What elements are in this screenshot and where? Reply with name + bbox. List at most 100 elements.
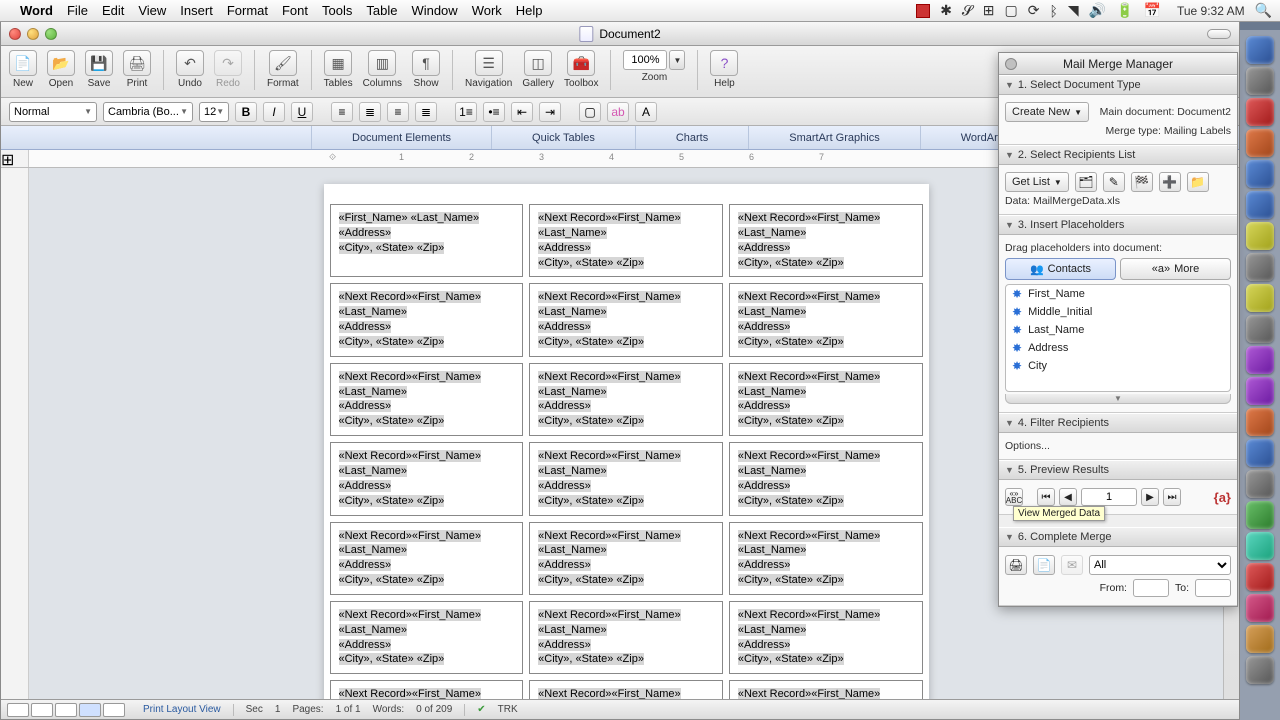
menubar-extra-icon[interactable]: ⊞ bbox=[983, 2, 995, 19]
wifi-icon[interactable]: ◥ bbox=[1068, 2, 1079, 19]
bold-button[interactable]: B bbox=[235, 102, 257, 122]
mmm-section3-header[interactable]: ▼3. Insert Placeholders bbox=[999, 215, 1237, 235]
dock-app-icon[interactable] bbox=[1246, 98, 1274, 126]
placeholder-field-item[interactable]: ✸City bbox=[1006, 357, 1230, 375]
dock-app-icon[interactable] bbox=[1246, 36, 1274, 64]
navigation-button[interactable]: ☰Navigation bbox=[465, 50, 512, 89]
label-cell[interactable]: «Next Record»«First_Name»«Last_Name» bbox=[729, 680, 923, 699]
zoom-input[interactable] bbox=[623, 50, 667, 70]
mmm-close-button[interactable] bbox=[1005, 58, 1017, 70]
mmm-section4-header[interactable]: ▼4. Filter Recipients bbox=[999, 413, 1237, 433]
label-cell[interactable]: «Next Record»«First_Name»«Last_Name»«Add… bbox=[729, 601, 923, 674]
menu-insert[interactable]: Insert bbox=[180, 3, 213, 18]
merge-to-printer-button[interactable]: 🖨 bbox=[1005, 555, 1027, 575]
numbered-list-button[interactable]: 1≡ bbox=[455, 102, 477, 122]
underline-button[interactable]: U bbox=[291, 102, 313, 122]
label-cell[interactable]: «Next Record»«First_Name»«Last_Name»«Add… bbox=[729, 204, 923, 277]
menu-help[interactable]: Help bbox=[516, 3, 543, 18]
tab-quick-tables[interactable]: Quick Tables bbox=[492, 126, 636, 149]
view-notebook-button[interactable] bbox=[103, 703, 125, 717]
placeholder-field-item[interactable]: ✸First_Name bbox=[1006, 285, 1230, 303]
label-cell[interactable]: «First_Name» «Last_Name»«Address»«City»,… bbox=[330, 204, 524, 277]
open-data-file-button[interactable]: 📁 bbox=[1187, 172, 1209, 192]
dock-app-icon[interactable] bbox=[1246, 625, 1274, 653]
battery-icon[interactable]: 🔋 bbox=[1116, 2, 1133, 19]
add-field-button[interactable]: ➕ bbox=[1159, 172, 1181, 192]
recording-indicator-icon[interactable] bbox=[916, 4, 930, 18]
filter-options-link[interactable]: Options... bbox=[1005, 440, 1231, 452]
menubar-clock[interactable]: Tue 9:32 AM bbox=[1177, 4, 1245, 18]
label-cell[interactable]: «Next Record»«First_Name»«Last_Name»«Add… bbox=[529, 522, 723, 595]
save-button[interactable]: 💾Save bbox=[85, 50, 113, 89]
label-cell[interactable]: «Next Record»«First_Name»«Last_Name»«Add… bbox=[529, 204, 723, 277]
view-publishing-button[interactable] bbox=[55, 703, 77, 717]
menu-format[interactable]: Format bbox=[227, 3, 268, 18]
label-cell[interactable]: «Next Record»«First_Name»«Last_Name»«Add… bbox=[330, 283, 524, 356]
time-machine-icon[interactable]: ⟳ bbox=[1028, 2, 1040, 19]
view-print-layout-button[interactable] bbox=[79, 703, 101, 717]
merge-from-input[interactable] bbox=[1133, 579, 1169, 597]
align-left-button[interactable]: ≡ bbox=[331, 102, 353, 122]
merge-to-email-button[interactable]: ✉ bbox=[1061, 555, 1083, 575]
italic-button[interactable]: I bbox=[263, 102, 285, 122]
label-cell[interactable]: «Next Record»«First_Name»«Last_Name»«Add… bbox=[729, 522, 923, 595]
vertical-ruler[interactable] bbox=[1, 168, 29, 699]
dock-app-icon[interactable] bbox=[1246, 222, 1274, 250]
menu-tools[interactable]: Tools bbox=[322, 3, 352, 18]
open-button[interactable]: 📂Open bbox=[47, 50, 75, 89]
evernote-icon[interactable]: ✱ bbox=[940, 2, 952, 19]
dock-app-icon[interactable] bbox=[1246, 160, 1274, 188]
menu-table[interactable]: Table bbox=[366, 3, 397, 18]
dock-app-icon[interactable] bbox=[1246, 439, 1274, 467]
show-button[interactable]: ¶Show bbox=[412, 50, 440, 89]
date-icon[interactable]: 📅 bbox=[1144, 2, 1161, 19]
next-record-button[interactable]: ▶ bbox=[1141, 488, 1159, 506]
highlight-button[interactable]: ab bbox=[607, 102, 629, 122]
field-codes-toggle[interactable]: {a} bbox=[1214, 490, 1231, 505]
dock-app-icon[interactable] bbox=[1246, 656, 1274, 684]
label-cell[interactable]: «Next Record»«First_Name»«Last_Name»«Add… bbox=[330, 442, 524, 515]
label-cell[interactable]: «Next Record»«First_Name»«Last_Name» bbox=[330, 680, 524, 699]
dock-app-icon[interactable] bbox=[1246, 67, 1274, 95]
mmm-section6-header[interactable]: ▼6. Complete Merge bbox=[999, 527, 1237, 547]
mmm-section5-header[interactable]: ▼5. Preview Results bbox=[999, 460, 1237, 480]
dock-app-icon[interactable] bbox=[1246, 129, 1274, 157]
label-cell[interactable]: «Next Record»«First_Name»«Last_Name»«Add… bbox=[529, 601, 723, 674]
dock-app-icon[interactable] bbox=[1246, 470, 1274, 498]
first-record-button[interactable]: ⏮ bbox=[1037, 488, 1055, 506]
merge-range-select[interactable]: All bbox=[1089, 555, 1231, 575]
status-trk[interactable]: TRK bbox=[498, 704, 518, 715]
label-cell[interactable]: «Next Record»«First_Name»«Last_Name»«Add… bbox=[529, 363, 723, 436]
menu-edit[interactable]: Edit bbox=[102, 3, 124, 18]
zoom-dropdown[interactable]: ▼ bbox=[669, 50, 685, 70]
print-button[interactable]: 🖨Print bbox=[123, 50, 151, 89]
new-button[interactable]: 📄New bbox=[9, 50, 37, 89]
placeholder-field-item[interactable]: ✸Middle_Initial bbox=[1006, 303, 1230, 321]
dock-app-icon[interactable] bbox=[1246, 191, 1274, 219]
dock-app-icon[interactable] bbox=[1246, 594, 1274, 622]
find-record-button[interactable]: 🏁 bbox=[1131, 172, 1153, 192]
displays-icon[interactable]: ▢ bbox=[1005, 2, 1018, 19]
view-merged-data-toggle[interactable]: «»ABC bbox=[1005, 488, 1023, 506]
placeholder-tab-contacts[interactable]: 👥Contacts bbox=[1005, 258, 1116, 280]
dock-app-icon[interactable] bbox=[1246, 532, 1274, 560]
mmm-titlebar[interactable]: Mail Merge Manager bbox=[999, 53, 1237, 75]
last-record-button[interactable]: ⏭ bbox=[1163, 488, 1181, 506]
dock-app-icon[interactable] bbox=[1246, 377, 1274, 405]
ruler-corner[interactable]: ⊞ bbox=[1, 150, 29, 167]
create-new-dropdown[interactable]: Create New ▼ bbox=[1005, 102, 1089, 122]
tables-button[interactable]: ▦Tables bbox=[324, 50, 353, 89]
mmm-section2-header[interactable]: ▼2. Select Recipients List bbox=[999, 145, 1237, 165]
style-combo[interactable]: Normal▼ bbox=[9, 102, 97, 122]
dock-app-icon[interactable] bbox=[1246, 315, 1274, 343]
label-cell[interactable]: «Next Record»«First_Name»«Last_Name»«Add… bbox=[729, 283, 923, 356]
help-button[interactable]: ?Help bbox=[710, 50, 738, 89]
window-zoom-button[interactable] bbox=[45, 28, 57, 40]
dock-app-icon[interactable] bbox=[1246, 408, 1274, 436]
app-name[interactable]: Word bbox=[20, 3, 53, 18]
increase-indent-button[interactable]: ⇥ bbox=[539, 102, 561, 122]
merge-to-new-doc-button[interactable]: 📄 bbox=[1033, 555, 1055, 575]
tab-charts[interactable]: Charts bbox=[636, 126, 749, 149]
align-center-button[interactable]: ≣ bbox=[359, 102, 381, 122]
label-cell[interactable]: «Next Record»«First_Name»«Last_Name»«Add… bbox=[330, 522, 524, 595]
